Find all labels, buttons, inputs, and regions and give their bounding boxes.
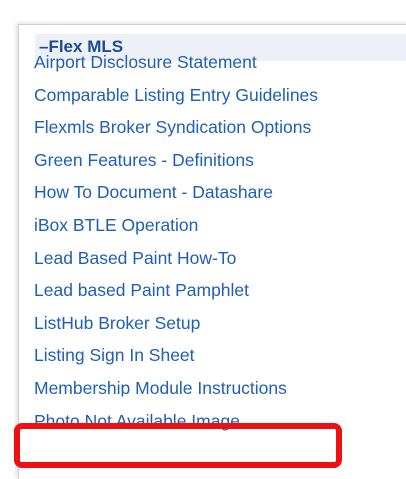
document-link-membership-module[interactable]: Membership Module Instructions (34, 377, 318, 397)
document-link-datashare[interactable]: How To Document - Datashare (34, 181, 318, 214)
document-link-lead-paint-pamphlet[interactable]: Lead based Paint Pamphlet (34, 279, 318, 312)
document-link-broker-syndication[interactable]: Flexmls Broker Syndication Options (34, 116, 318, 149)
document-link-ibox-btle[interactable]: iBox BTLE Operation (34, 214, 318, 247)
document-link-airport-disclosure[interactable]: Airport Disclosure Statement (34, 51, 318, 84)
document-link-listing-sign-in[interactable]: Listing Sign In Sheet (34, 344, 318, 377)
document-link-comparable-listing[interactable]: Comparable Listing Entry Guidelines (34, 84, 318, 117)
document-link-lead-paint-how-to[interactable]: Lead Based Paint How-To (34, 247, 318, 280)
document-list: Airport Disclosure Statement Comparable … (34, 51, 318, 442)
document-link-green-features[interactable]: Green Features - Definitions (34, 149, 318, 182)
document-link-photo-not-available[interactable]: Photo Not Available Image (34, 410, 318, 443)
document-link-listhub-setup[interactable]: ListHub Broker Setup (34, 312, 318, 345)
